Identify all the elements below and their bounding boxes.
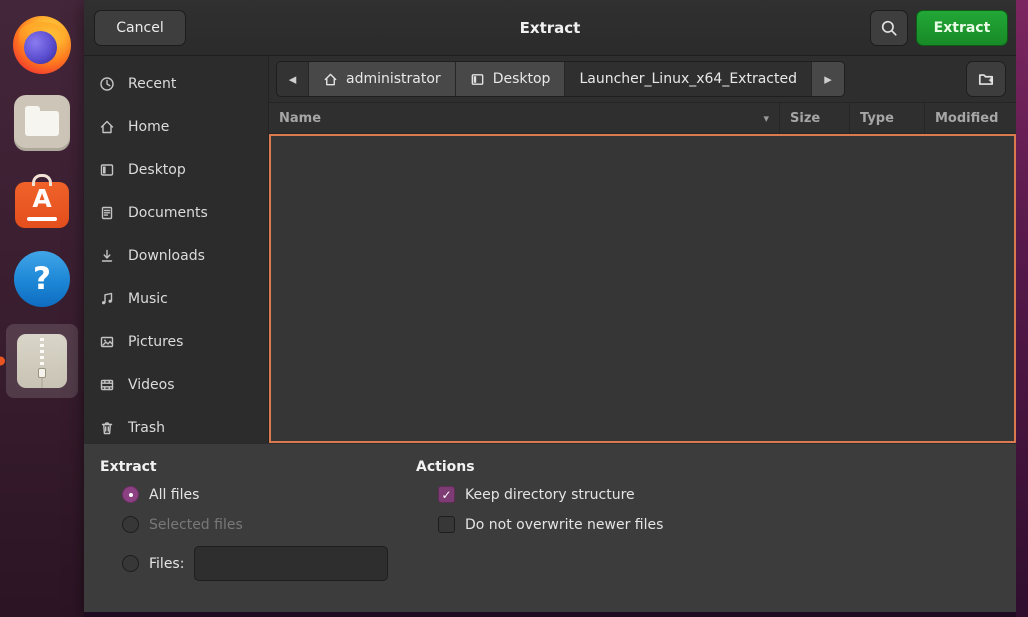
extract-options-panel: Extract All files Selected files Files: … (84, 443, 1016, 612)
sidebar-item-label: Downloads (128, 248, 205, 264)
radio-files-pattern[interactable]: Files: (122, 546, 416, 581)
desktop-wallpaper-bottom-edge (84, 612, 1016, 617)
sidebar-item-home[interactable]: Home (84, 105, 268, 148)
dock-item-help[interactable]: ? (7, 246, 77, 312)
checkbox-keep-directory-structure[interactable]: ✓ Keep directory structure (438, 486, 663, 503)
files-pattern-input[interactable] (194, 546, 388, 581)
extract-confirm-button[interactable]: Extract (916, 10, 1008, 46)
sidebar-item-label: Home (128, 119, 169, 135)
radio-button-icon (122, 516, 139, 533)
column-header-label: Type (860, 111, 894, 126)
column-header-size[interactable]: Size (779, 103, 849, 133)
files-icon (14, 95, 70, 151)
desktop-icon (99, 162, 115, 178)
sidebar-item-label: Desktop (128, 162, 186, 178)
extract-dialog-window: Cancel Extract Extract Recent Home Deskt… (84, 0, 1016, 612)
pathbar-scroll-forward-button[interactable]: ▸ (812, 62, 844, 96)
radio-selected-files: Selected files (122, 516, 416, 533)
pathbar-segment-label: administrator (346, 71, 441, 87)
column-header-type[interactable]: Type (849, 103, 924, 133)
sidebar-item-pictures[interactable]: Pictures (84, 320, 268, 363)
desktop-icon (470, 72, 485, 87)
places-sidebar: Recent Home Desktop Documents Downloads … (84, 56, 269, 443)
dock-item-ubuntu-software[interactable]: A (7, 168, 77, 234)
sidebar-item-label: Pictures (128, 334, 183, 350)
sidebar-item-label: Music (128, 291, 168, 307)
videos-icon (99, 377, 115, 393)
pathbar-segment-label: Desktop (493, 71, 551, 87)
headerbar: Cancel Extract Extract (84, 0, 1016, 56)
checkbox-icon (438, 516, 455, 533)
file-browser-main: ◂ administrator Desktop Launcher_Linux_x… (269, 56, 1016, 443)
column-header-name[interactable]: Name ▾ (269, 103, 779, 133)
sidebar-item-label: Recent (128, 76, 176, 92)
pathbar-segment-administrator[interactable]: administrator (309, 62, 456, 96)
recent-icon (99, 76, 115, 92)
check-mark: ✓ (441, 488, 451, 502)
pathbar-segment-desktop[interactable]: Desktop (456, 62, 566, 96)
dock-item-archive-manager[interactable] (6, 324, 78, 398)
radio-all-files[interactable]: All files (122, 486, 416, 503)
sidebar-item-recent[interactable]: Recent (84, 62, 268, 105)
home-icon (323, 72, 338, 87)
search-button[interactable] (870, 10, 908, 46)
pathbar-segment-label: Launcher_Linux_x64_Extracted (579, 71, 797, 87)
column-header-label: Name (279, 111, 321, 126)
new-folder-button[interactable] (966, 61, 1006, 97)
downloads-icon (99, 248, 115, 264)
radio-label: All files (149, 487, 199, 503)
column-header-modified[interactable]: Modified (924, 103, 1016, 133)
cancel-button[interactable]: Cancel (94, 10, 186, 46)
radio-label: Files: (149, 556, 184, 572)
help-icon: ? (14, 251, 70, 307)
pathbar: ◂ administrator Desktop Launcher_Linux_x… (269, 56, 1016, 103)
desktop-wallpaper-edge (1016, 0, 1028, 617)
checkbox-label: Do not overwrite newer files (465, 517, 663, 533)
sidebar-item-downloads[interactable]: Downloads (84, 234, 268, 277)
music-icon (99, 291, 115, 307)
documents-icon (99, 205, 115, 221)
sidebar-item-desktop[interactable]: Desktop (84, 148, 268, 191)
file-list-area[interactable] (269, 134, 1016, 443)
trash-icon (99, 420, 115, 436)
radio-label: Selected files (149, 517, 243, 533)
new-folder-icon (977, 70, 995, 88)
sidebar-item-label: Trash (128, 420, 165, 436)
sidebar-item-music[interactable]: Music (84, 277, 268, 320)
pictures-icon (99, 334, 115, 350)
sort-indicator-icon: ▾ (763, 112, 769, 125)
dock-item-firefox[interactable] (7, 12, 77, 78)
firefox-icon (13, 16, 71, 74)
sidebar-item-videos[interactable]: Videos (84, 363, 268, 406)
ubuntu-software-icon: A (15, 182, 69, 228)
archive-manager-icon (17, 334, 67, 388)
search-icon (880, 19, 898, 37)
home-icon (99, 119, 115, 135)
file-list-column-headers: Name ▾ Size Type Modified (269, 103, 1016, 134)
checkbox-do-not-overwrite[interactable]: Do not overwrite newer files (438, 516, 663, 533)
checkbox-label: Keep directory structure (465, 487, 635, 503)
extract-options-heading: Extract (100, 459, 416, 475)
pathbar-segment-current-folder[interactable]: Launcher_Linux_x64_Extracted (565, 62, 812, 96)
radio-button-icon (122, 555, 139, 572)
running-indicator-dot (0, 357, 5, 366)
checkbox-icon: ✓ (438, 486, 455, 503)
column-header-label: Size (790, 111, 820, 126)
pathbar-scroll-back-button[interactable]: ◂ (277, 62, 309, 96)
dock: A ? (0, 0, 84, 617)
sidebar-item-documents[interactable]: Documents (84, 191, 268, 234)
column-header-label: Modified (935, 111, 998, 126)
sidebar-item-label: Documents (128, 205, 208, 221)
sidebar-item-label: Videos (128, 377, 175, 393)
radio-button-icon (122, 486, 139, 503)
dock-item-files[interactable] (7, 90, 77, 156)
actions-heading: Actions (416, 459, 663, 475)
